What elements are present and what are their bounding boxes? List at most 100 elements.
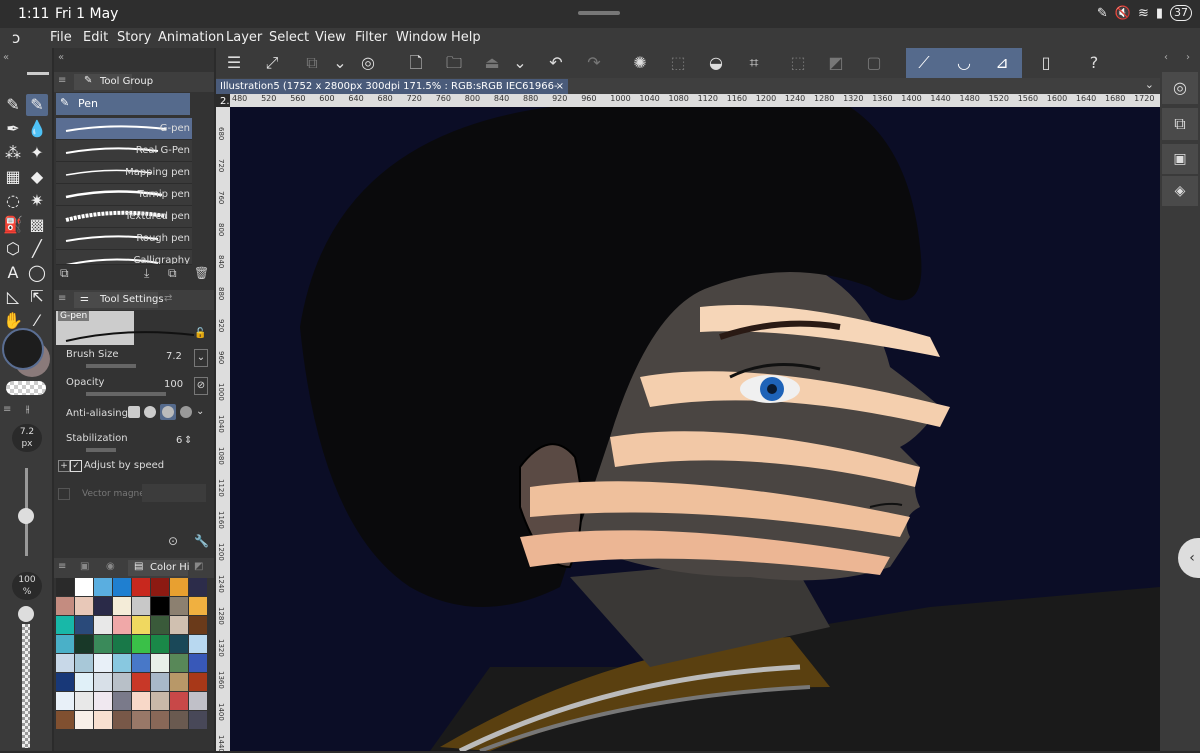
opacity-value[interactable]: 100 — [164, 379, 183, 390]
palette-swatch[interactable] — [170, 711, 188, 729]
brush-rough-pen[interactable]: Rough pen — [56, 228, 192, 250]
palette-swatch[interactable] — [113, 654, 131, 672]
aa-strong-icon[interactable] — [180, 406, 192, 418]
palette-swatch[interactable] — [189, 635, 207, 653]
stabilization-value[interactable]: 6 — [176, 435, 182, 446]
palette-swatch[interactable] — [170, 597, 188, 615]
deselect-icon[interactable]: ⬚ — [786, 51, 810, 75]
palette-swatch[interactable] — [94, 578, 112, 596]
stabilization-slider[interactable] — [86, 448, 116, 452]
palette-swatch[interactable] — [132, 673, 150, 691]
fill-tool-icon[interactable]: ⛽ — [2, 214, 24, 236]
new-file-icon[interactable]: 🗋 — [404, 51, 428, 75]
palette-swatch[interactable] — [151, 578, 169, 596]
palette-swatch[interactable] — [113, 711, 131, 729]
palette-swatch[interactable] — [132, 578, 150, 596]
palette-swatch[interactable] — [94, 635, 112, 653]
expand-icon[interactable]: + — [58, 460, 70, 472]
side-handle-icon[interactable]: ‹ — [1178, 538, 1200, 578]
chevron-down-icon[interactable]: ⌄ — [508, 51, 532, 75]
stepper-icon[interactable]: ⇕ — [184, 435, 192, 446]
palette-swatch[interactable] — [94, 692, 112, 710]
palette-swatch[interactable] — [189, 654, 207, 672]
invert-selection-icon[interactable]: ◩ — [824, 51, 848, 75]
frame-tool-icon[interactable]: ▦ — [2, 166, 24, 188]
palette-swatch[interactable] — [56, 635, 74, 653]
main-color-swatch[interactable] — [2, 328, 44, 370]
chevron-down-icon[interactable]: ⌄ — [1145, 78, 1154, 91]
checkbox-checked-icon[interactable]: ✓ — [70, 460, 82, 472]
link-icon[interactable]: ⇄ — [164, 293, 172, 304]
copy-brush-icon[interactable]: ⧉ — [60, 266, 69, 281]
palette-swatch[interactable] — [56, 692, 74, 710]
brush-g-pen[interactable]: G-pen — [56, 118, 192, 140]
magnet-strength-selector[interactable] — [142, 484, 206, 502]
decoration-tool-icon[interactable]: ✦ — [26, 142, 48, 164]
line-tool-icon[interactable]: ╱ — [26, 238, 48, 260]
opacity-toggle-icon[interactable]: ⊘ — [194, 377, 208, 395]
pen-ruler-icon[interactable]: ⟋ — [912, 51, 936, 75]
palette-swatch[interactable] — [113, 616, 131, 634]
palette-swatch[interactable] — [75, 616, 93, 634]
tablet-icon[interactable]: ▯ — [1034, 51, 1058, 75]
opacity-slider-thumb[interactable] — [18, 606, 34, 622]
more-icon[interactable]: ◩ — [194, 561, 203, 572]
palette-swatch[interactable] — [75, 673, 93, 691]
palette-swatch[interactable] — [170, 673, 188, 691]
palette-swatch[interactable] — [189, 578, 207, 596]
image-icon[interactable]: ▣ — [1162, 144, 1198, 174]
blend-tool-icon[interactable]: 💧 — [26, 118, 48, 140]
palette-swatch[interactable] — [151, 616, 169, 634]
palette-swatch[interactable] — [113, 597, 131, 615]
palette-swatch[interactable] — [170, 654, 188, 672]
panel-menu-icon[interactable]: ≡ — [58, 75, 66, 86]
marker-tool-icon[interactable]: ✒ — [2, 118, 24, 140]
compass-icon[interactable]: ⊙ — [168, 534, 178, 548]
gradient-tool-icon[interactable]: ▩ — [26, 214, 48, 236]
palette-swatch[interactable] — [56, 578, 74, 596]
menu-window[interactable]: Window — [396, 30, 447, 45]
panel-menu-icon[interactable]: ≡ — [3, 404, 11, 415]
palette-swatch[interactable] — [189, 597, 207, 615]
open-folder-icon[interactable]: 🗀 — [442, 51, 466, 75]
palette-swatch[interactable] — [75, 711, 93, 729]
palette-swatch[interactable] — [56, 711, 74, 729]
balloon-tool-icon[interactable]: ◯ — [26, 262, 48, 284]
brush-real-g-pen[interactable]: Real G-Pen — [56, 140, 192, 162]
undo-icon[interactable]: ↶ — [544, 51, 568, 75]
brush-ruler-icon[interactable]: ◡ — [952, 51, 976, 75]
opacity-slider[interactable] — [86, 392, 166, 396]
palette-swatch[interactable] — [151, 692, 169, 710]
collapse-panel-icon[interactable]: « — [58, 52, 64, 63]
save-icon[interactable]: ⏏ — [480, 51, 504, 75]
expand-right-icon[interactable]: › — [1186, 52, 1190, 63]
palette-swatch[interactable] — [170, 616, 188, 634]
palette-swatch[interactable] — [113, 673, 131, 691]
chevron-down-icon[interactable]: ⌄ — [196, 406, 204, 417]
palette-swatch[interactable] — [189, 692, 207, 710]
close-icon[interactable]: × — [556, 79, 564, 94]
palette-swatch[interactable] — [132, 597, 150, 615]
color-set-icon[interactable]: ◉ — [106, 561, 115, 572]
straight-ruler-icon[interactable]: ⊿ — [990, 51, 1014, 75]
palette-swatch[interactable] — [94, 711, 112, 729]
brush-size-slider[interactable] — [86, 364, 136, 368]
palette-swatch[interactable] — [75, 597, 93, 615]
aa-medium-icon[interactable] — [160, 404, 176, 420]
airbrush-tool-icon[interactable]: ⁂ — [2, 142, 24, 164]
ruler-tool-icon[interactable]: ◺ — [2, 286, 24, 308]
palette-swatch[interactable] — [94, 673, 112, 691]
app-logo-icon[interactable]: ↄ — [12, 29, 32, 47]
palette-swatch[interactable] — [151, 635, 169, 653]
transform-icon[interactable]: ⬚ — [666, 51, 690, 75]
duplicate-icon[interactable]: ⧉ — [168, 266, 177, 281]
cloud-sync-icon[interactable]: ◎ — [356, 51, 380, 75]
menu-help[interactable]: Help — [451, 30, 481, 45]
menu-view[interactable]: View — [315, 30, 346, 45]
transparent-color-icon[interactable] — [6, 381, 46, 395]
palette-swatch[interactable] — [75, 635, 93, 653]
palette-swatch[interactable] — [132, 616, 150, 634]
palette-swatch[interactable] — [113, 635, 131, 653]
palette-swatch[interactable] — [75, 654, 93, 672]
palette-swatch[interactable] — [151, 673, 169, 691]
